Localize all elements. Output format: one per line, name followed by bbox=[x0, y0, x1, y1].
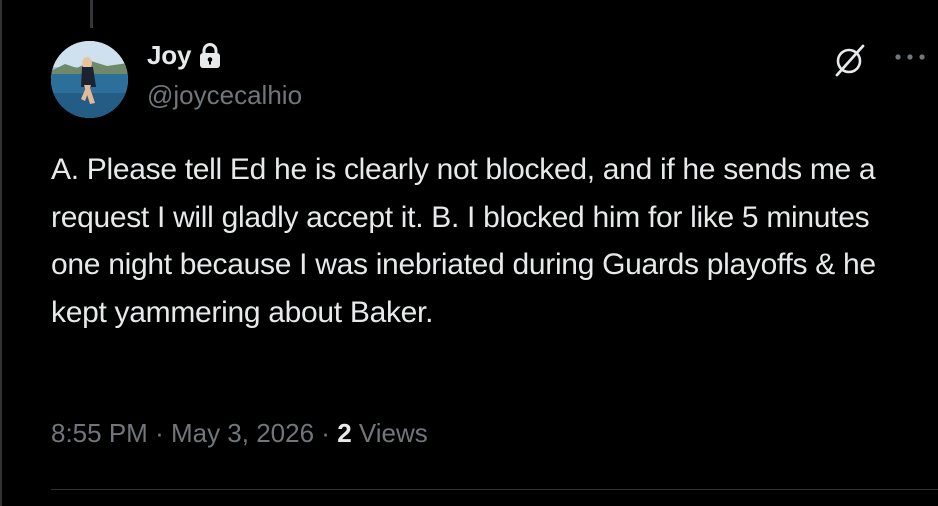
views-count[interactable]: 2 bbox=[337, 418, 351, 448]
grok-icon[interactable] bbox=[832, 42, 868, 78]
left-border bbox=[0, 0, 2, 506]
avatar[interactable] bbox=[51, 41, 128, 118]
divider bbox=[51, 489, 938, 490]
views-label[interactable]: Views bbox=[359, 418, 428, 448]
tweet-date[interactable]: May 3, 2026 bbox=[171, 418, 314, 448]
author-handle[interactable]: @joycecalhio bbox=[147, 80, 302, 111]
tweet-text: A. Please tell Ed he is clearly not bloc… bbox=[51, 153, 876, 329]
author-name-row: Joy bbox=[147, 40, 222, 71]
meta-separator: · bbox=[155, 418, 164, 448]
author-display-name[interactable]: Joy bbox=[147, 40, 191, 71]
tweet-meta: 8:55 PM · May 3, 2026 · 2 Views bbox=[51, 418, 428, 449]
thread-connector-line bbox=[90, 0, 93, 28]
meta-separator: · bbox=[321, 418, 330, 448]
tweet-time[interactable]: 8:55 PM bbox=[51, 418, 148, 448]
more-icon[interactable] bbox=[890, 45, 930, 69]
lock-icon bbox=[198, 42, 222, 69]
